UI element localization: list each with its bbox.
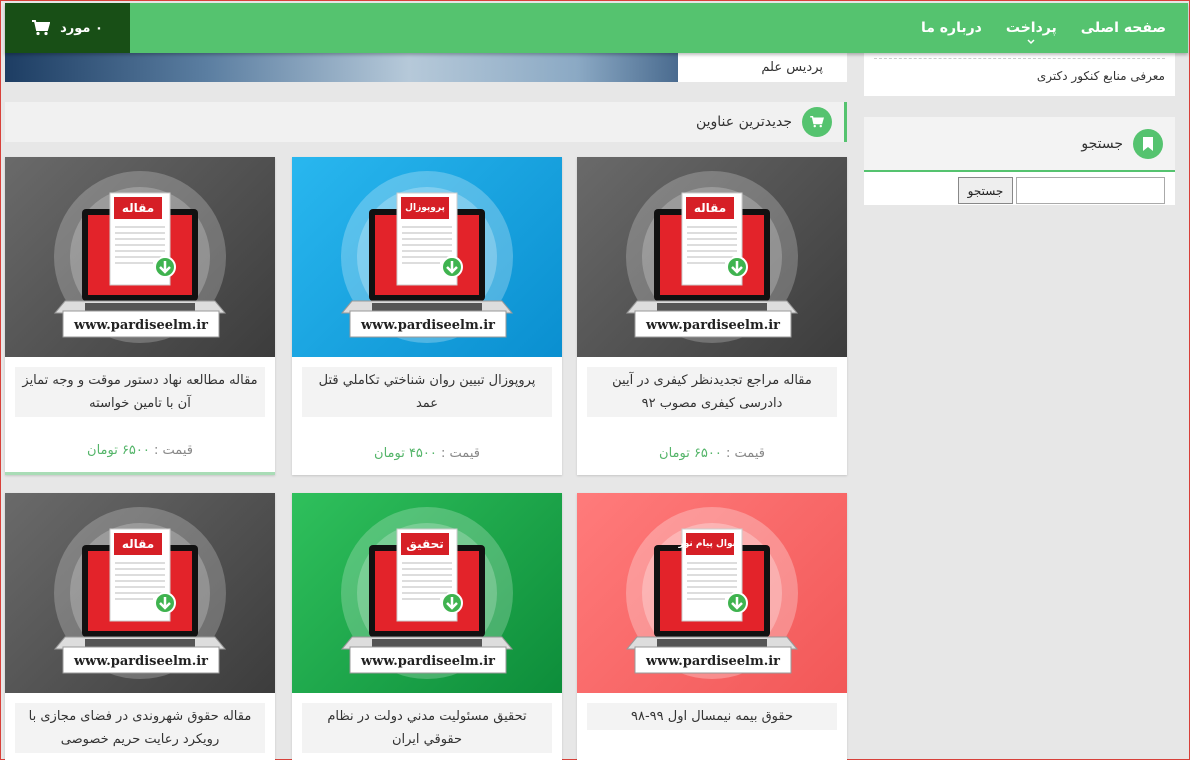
product-title[interactable]: حقوق بیمه نیمسال اول ۹۹-۹۸ — [587, 703, 837, 730]
product-title[interactable]: مقاله مطالعه نهاد دستور موقت و وجه تمایز… — [15, 367, 265, 417]
cart-icon — [802, 107, 832, 137]
product-image[interactable]: پروپوزال www.pardiseelm.ir — [292, 157, 562, 357]
search-widget: جستجو جستجو — [864, 117, 1175, 205]
product-image[interactable]: مقاله www.pardiseelm.ir — [5, 157, 275, 357]
product-price: قیمت : ۶۵۰۰ تومان — [5, 443, 275, 458]
product-title-wrap: مقاله مراجع تجدیدنظر کیفری در آیین دادرس… — [577, 357, 847, 417]
product-card[interactable]: سوال پیام نور www.pardiseelm.ir حقوق بیم… — [577, 493, 847, 760]
product-badge: سوال پیام نور — [678, 539, 742, 549]
product-title-wrap: مقاله حقوق شهروندی در فضای مجازی با رویک… — [5, 693, 275, 753]
product-title[interactable]: مقاله حقوق شهروندی در فضای مجازی با رویک… — [15, 703, 265, 753]
product-price: قیمت : ۴۵۰۰ تومان — [292, 446, 562, 461]
product-title[interactable]: مقاله مراجع تجدیدنظر کیفری در آیین دادرس… — [587, 367, 837, 417]
site-watermark: www.pardiseelm.ir — [645, 317, 781, 333]
search-title: جستجو — [1081, 135, 1123, 152]
site-watermark: www.pardiseelm.ir — [73, 653, 209, 669]
product-title[interactable]: پروپوزال تبيين روان شناختي تكاملي قتل عم… — [302, 367, 552, 417]
site-watermark: www.pardiseelm.ir — [360, 653, 496, 669]
top-navbar: صفحه اصلی پرداخت درباره ما ۰ مورد — [5, 3, 1188, 53]
price-label: قیمت : — [726, 446, 765, 461]
product-card[interactable]: مقاله www.pardiseelm.ir مقاله حقوق شهرون… — [5, 493, 275, 760]
product-title-wrap: پروپوزال تبيين روان شناختي تكاملي قتل عم… — [292, 357, 562, 417]
site-watermark: www.pardiseelm.ir — [360, 317, 496, 333]
cart-icon — [32, 20, 51, 36]
product-badge: مقاله — [121, 537, 155, 551]
section-header: جدیدترین عناوین — [5, 102, 847, 142]
nav-payment[interactable]: پرداخت — [1005, 20, 1057, 45]
product-card[interactable]: تحقیق www.pardiseelm.ir تحقیق مسئوليت مد… — [292, 493, 562, 760]
divider — [874, 58, 1165, 59]
price-value: ۶۵۰۰ تومان — [659, 446, 722, 461]
product-card[interactable]: مقاله www.pardiseelm.ir مقاله مراجع تجدی… — [577, 157, 847, 475]
section-title: جدیدترین عناوین — [695, 114, 792, 130]
product-title-wrap: حقوق بیمه نیمسال اول ۹۹-۹۸ — [577, 693, 847, 730]
nav-payment-label: پرداخت — [1005, 20, 1057, 36]
product-badge: مقاله — [693, 201, 727, 215]
bookmark-icon — [1133, 128, 1163, 159]
product-title-wrap: تحقیق مسئوليت مدني دولت در نظام حقوقي اي… — [292, 693, 562, 753]
chevron-down-icon — [1027, 39, 1035, 45]
price-value: ۶۵۰۰ تومان — [87, 443, 150, 458]
product-badge: مقاله — [121, 201, 155, 215]
nav-home[interactable]: صفحه اصلی — [1081, 20, 1166, 36]
product-card[interactable]: پروپوزال www.pardiseelm.ir پروپوزال تبيي… — [292, 157, 562, 475]
banner-image[interactable] — [5, 53, 678, 82]
product-title-wrap: مقاله مطالعه نهاد دستور موقت و وجه تمایز… — [5, 357, 275, 417]
product-title[interactable]: تحقیق مسئوليت مدني دولت در نظام حقوقي اي… — [302, 703, 552, 753]
search-button[interactable]: جستجو — [958, 177, 1013, 204]
product-image[interactable]: مقاله www.pardiseelm.ir — [577, 157, 847, 357]
sidebar-link[interactable]: معرفی منابع کنکور دکتری — [1037, 69, 1165, 83]
site-watermark: www.pardiseelm.ir — [645, 653, 781, 669]
product-image[interactable]: مقاله www.pardiseelm.ir — [5, 493, 275, 693]
banner-caption[interactable]: پردیس علم — [678, 53, 847, 82]
product-badge: پروپوزال — [405, 203, 445, 213]
product-image[interactable]: سوال پیام نور www.pardiseelm.ir — [577, 493, 847, 693]
product-image[interactable]: تحقیق www.pardiseelm.ir — [292, 493, 562, 693]
product-card[interactable]: مقاله www.pardiseelm.ir مقاله مطالعه نها… — [5, 157, 275, 475]
cart-button[interactable]: ۰ مورد — [5, 3, 130, 53]
price-label: قیمت : — [441, 446, 480, 461]
site-watermark: www.pardiseelm.ir — [73, 317, 209, 333]
search-form: جستجو — [958, 177, 1165, 204]
search-input[interactable] — [1016, 177, 1165, 204]
sidebar-links-box: معرفی منابع کنکور دکتری — [864, 53, 1175, 96]
nav-about[interactable]: درباره ما — [921, 20, 982, 36]
product-badge: تحقیق — [406, 537, 444, 551]
main-nav: صفحه اصلی پرداخت درباره ما — [897, 3, 1166, 53]
product-price: قیمت : ۶۵۰۰ تومان — [577, 446, 847, 461]
search-header: جستجو — [864, 117, 1175, 172]
cart-count: ۰ مورد — [60, 20, 103, 36]
price-value: ۴۵۰۰ تومان — [374, 446, 437, 461]
price-label: قیمت : — [154, 443, 193, 458]
